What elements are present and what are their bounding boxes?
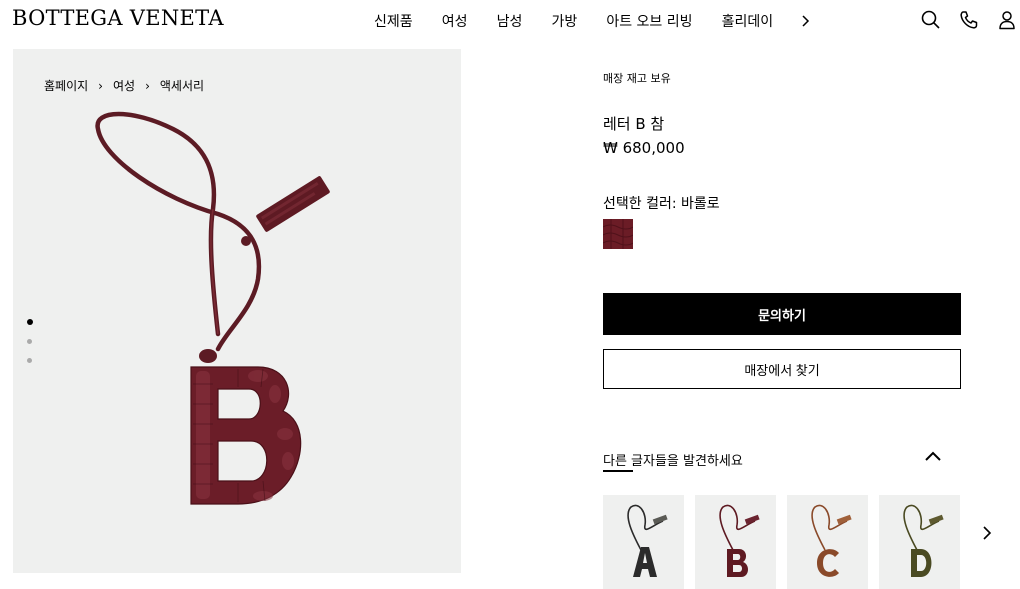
- gallery-dot-3[interactable]: [27, 358, 32, 363]
- product-price: ₩ 680,000: [603, 139, 685, 157]
- breadcrumb-women[interactable]: 여성: [113, 77, 135, 94]
- related-letter-c[interactable]: [787, 495, 868, 589]
- selected-color-label: 선택한 컬러: 바롤로: [603, 196, 720, 212]
- gallery-dot-1[interactable]: [27, 319, 33, 325]
- phone-icon[interactable]: [958, 9, 980, 31]
- product-name: 레터 B 참: [603, 115, 665, 133]
- header-icons: [912, 9, 1015, 33]
- breadcrumb-separator-icon: ›: [98, 79, 103, 93]
- site-header: BOTTEGA VENETA 신제품 여성 남성 가방 아트 오브 리빙 홀리데…: [0, 0, 1020, 44]
- swatch-selected-indicator: [603, 470, 633, 472]
- main-nav: 신제품 여성 남성 가방 아트 오브 리빙 홀리데이 선: [374, 11, 786, 33]
- nav-item-bags[interactable]: 가방: [551, 12, 577, 32]
- related-letter-d[interactable]: [879, 495, 960, 589]
- carousel-next-icon[interactable]: [978, 522, 996, 544]
- product-image-letter-b-charm: [95, 111, 330, 505]
- color-swatch-barolo[interactable]: [602, 219, 634, 472]
- search-icon[interactable]: [920, 9, 942, 31]
- nav-item-new[interactable]: 신제품: [374, 12, 413, 32]
- product-image-panel[interactable]: 홈페이지 › 여성 › 액세서리: [13, 49, 461, 573]
- breadcrumb-separator-icon: ›: [145, 79, 150, 93]
- gallery-dot-2[interactable]: [27, 339, 32, 344]
- nav-item-art-of-living[interactable]: 아트 오브 리빙: [606, 12, 692, 32]
- brand-logo[interactable]: BOTTEGA VENETA: [12, 6, 224, 30]
- breadcrumb: 홈페이지 › 여성 › 액세서리: [44, 77, 204, 94]
- find-in-store-button[interactable]: 매장에서 찾기: [603, 349, 961, 389]
- stock-status: 매장 재고 보유: [603, 72, 671, 85]
- nav-item-holiday[interactable]: 홀리데이: [722, 12, 774, 32]
- related-letters-title[interactable]: 다른 글자들을 발견하세요: [603, 450, 743, 469]
- nav-item-men[interactable]: 남성: [497, 12, 523, 32]
- nav-scroll-right-icon[interactable]: [797, 10, 815, 32]
- breadcrumb-home[interactable]: 홈페이지: [44, 77, 88, 94]
- related-letter-b[interactable]: [695, 495, 776, 589]
- related-letters-carousel: [603, 495, 963, 589]
- account-icon[interactable]: [996, 9, 1018, 31]
- breadcrumb-accessories[interactable]: 액세서리: [160, 77, 204, 94]
- related-letter-a[interactable]: [603, 495, 684, 589]
- gallery-pagination: [27, 319, 33, 377]
- inquire-button[interactable]: 문의하기: [603, 293, 961, 335]
- nav-item-women[interactable]: 여성: [442, 12, 468, 32]
- chevron-up-icon[interactable]: [923, 447, 943, 465]
